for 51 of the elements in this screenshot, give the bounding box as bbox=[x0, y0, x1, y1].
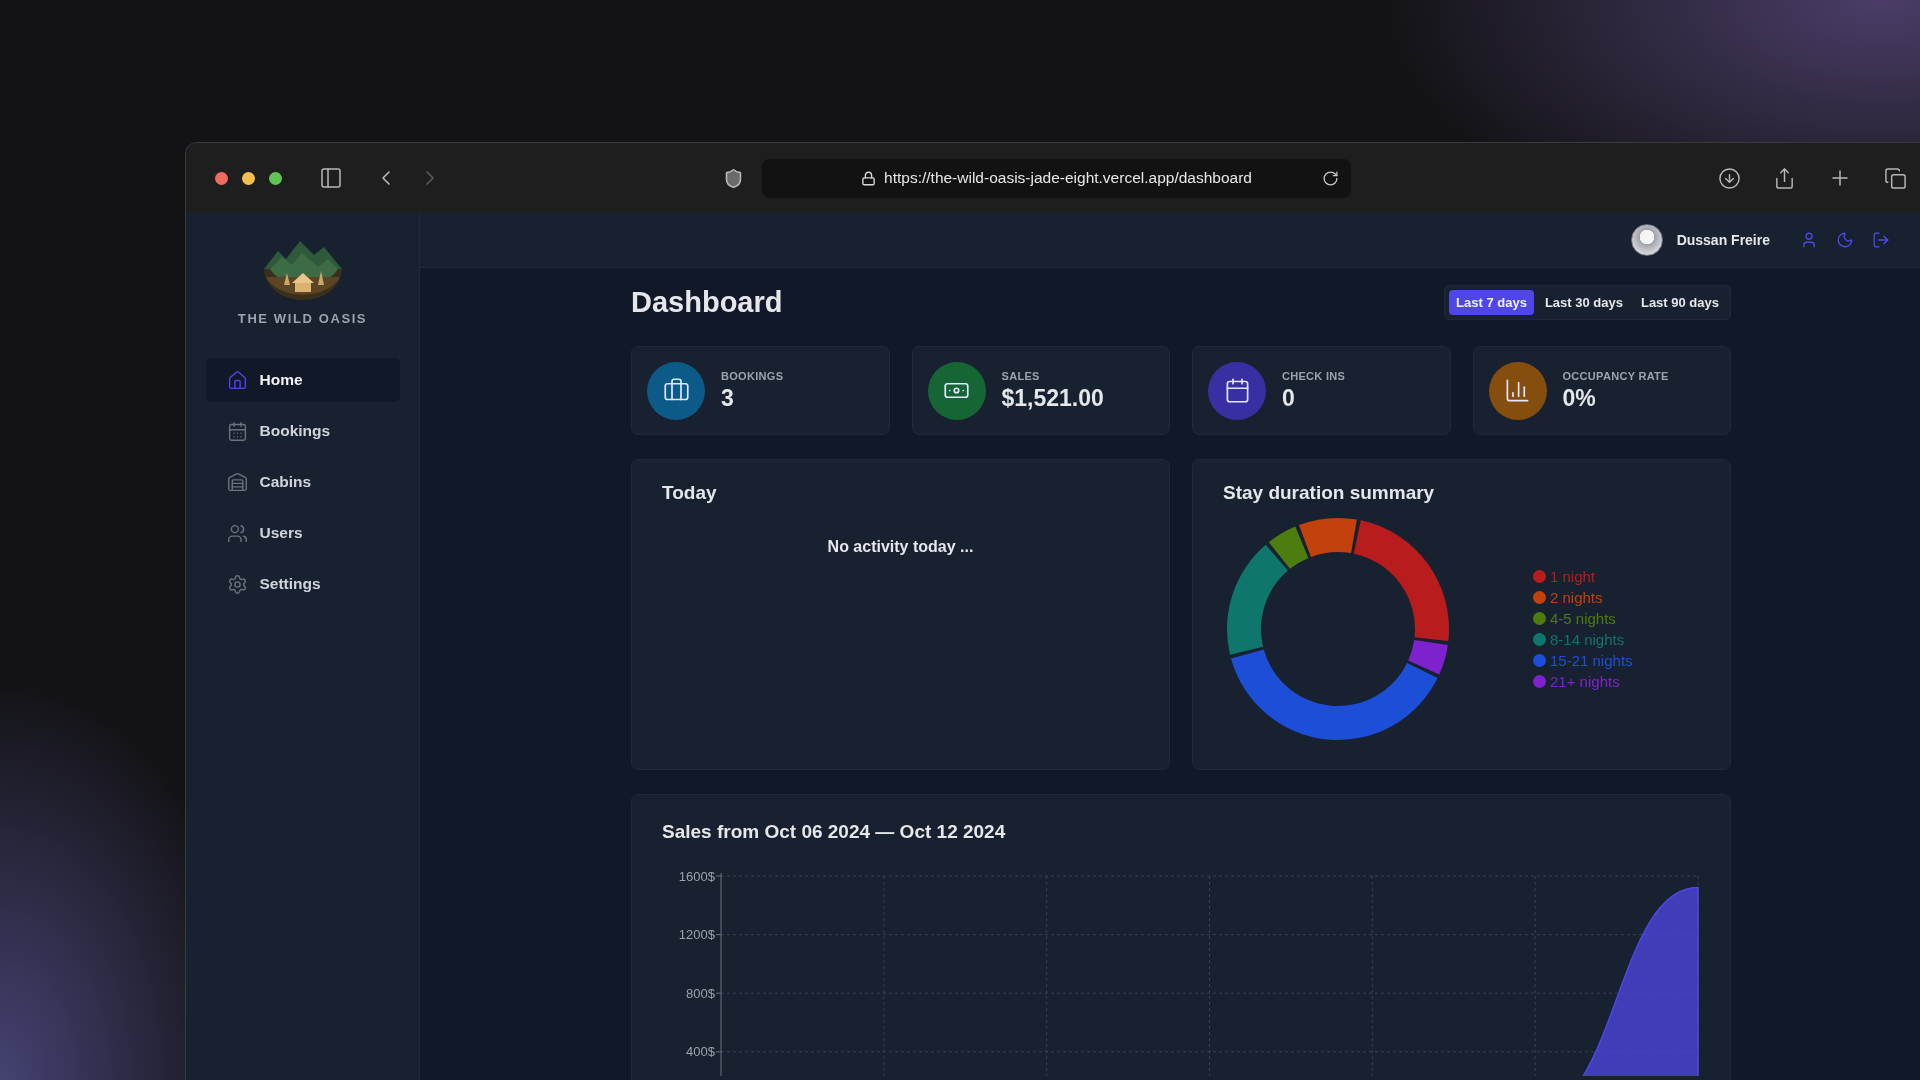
legend-label: 8-14 nights bbox=[1550, 631, 1625, 648]
logo-icon bbox=[261, 239, 344, 301]
page-title: Dashboard bbox=[631, 285, 783, 319]
buildings-icon bbox=[226, 471, 248, 493]
download-icon[interactable] bbox=[1718, 166, 1741, 190]
maximize-icon[interactable] bbox=[269, 171, 282, 185]
axis-tick-label: 400$ bbox=[686, 1044, 715, 1060]
users-icon bbox=[226, 522, 248, 544]
stat-value: 0% bbox=[1562, 384, 1597, 412]
lock-icon bbox=[861, 170, 877, 186]
stat-value: $1,521.00 bbox=[1001, 384, 1104, 412]
filter-button[interactable]: Last 90 days bbox=[1633, 289, 1726, 315]
brand-name: THE WILD OASIS bbox=[237, 311, 368, 326]
nav-item[interactable]: Users bbox=[205, 511, 400, 555]
address-bar[interactable]: https://the-wild-oasis-jade-eight.vercel.app/dashboard bbox=[762, 158, 1351, 198]
sidebar-icon[interactable] bbox=[319, 166, 343, 190]
tabs-icon[interactable] bbox=[1884, 166, 1907, 190]
calendar-icon bbox=[226, 420, 248, 442]
card-title: Sales from Oct 06 2024 — Oct 12 2024 bbox=[662, 821, 1007, 843]
user-name: Dussan Freire bbox=[1676, 232, 1770, 248]
minimize-icon[interactable] bbox=[242, 171, 255, 185]
nav-item[interactable]: Cabins bbox=[205, 460, 400, 504]
axis-tick-label: 1600$ bbox=[678, 868, 715, 884]
legend-label: 15-21 nights bbox=[1550, 652, 1633, 669]
stat-label: CHECK INS bbox=[1282, 369, 1346, 382]
avatar bbox=[1630, 224, 1663, 256]
stat-value: 0 bbox=[1282, 384, 1296, 412]
nav-item[interactable]: Settings bbox=[205, 562, 400, 606]
legend-label: 1 night bbox=[1550, 568, 1596, 585]
legend-label: 4-5 nights bbox=[1550, 610, 1616, 627]
stat-label: BOOKINGS bbox=[721, 369, 784, 382]
stat-value: 3 bbox=[721, 384, 735, 412]
card-title: Today bbox=[662, 482, 718, 504]
close-icon[interactable] bbox=[215, 171, 228, 185]
filter-button[interactable]: Last 7 days bbox=[1449, 289, 1534, 315]
card-title: Stay duration summary bbox=[1223, 482, 1436, 504]
axis-tick-label: 1200$ bbox=[678, 927, 715, 943]
nav-item[interactable]: Bookings bbox=[205, 409, 400, 453]
empty-message: No activity today ... bbox=[826, 538, 975, 556]
legend-label: 21+ nights bbox=[1550, 673, 1620, 690]
legend-label: 2 nights bbox=[1550, 589, 1603, 606]
axis-tick-label: 800$ bbox=[686, 985, 715, 1001]
share-icon[interactable] bbox=[1773, 166, 1796, 190]
stat-label: OCCUPANCY RATE bbox=[1562, 369, 1669, 382]
home-icon bbox=[226, 369, 248, 391]
settings-icon bbox=[226, 573, 248, 595]
filter-button[interactable]: Last 30 days bbox=[1537, 289, 1630, 315]
reload-icon[interactable] bbox=[1322, 169, 1339, 187]
nav-item[interactable]: Home bbox=[205, 358, 400, 402]
shield-icon[interactable] bbox=[723, 167, 744, 189]
stat-label: SALES bbox=[1001, 369, 1041, 382]
